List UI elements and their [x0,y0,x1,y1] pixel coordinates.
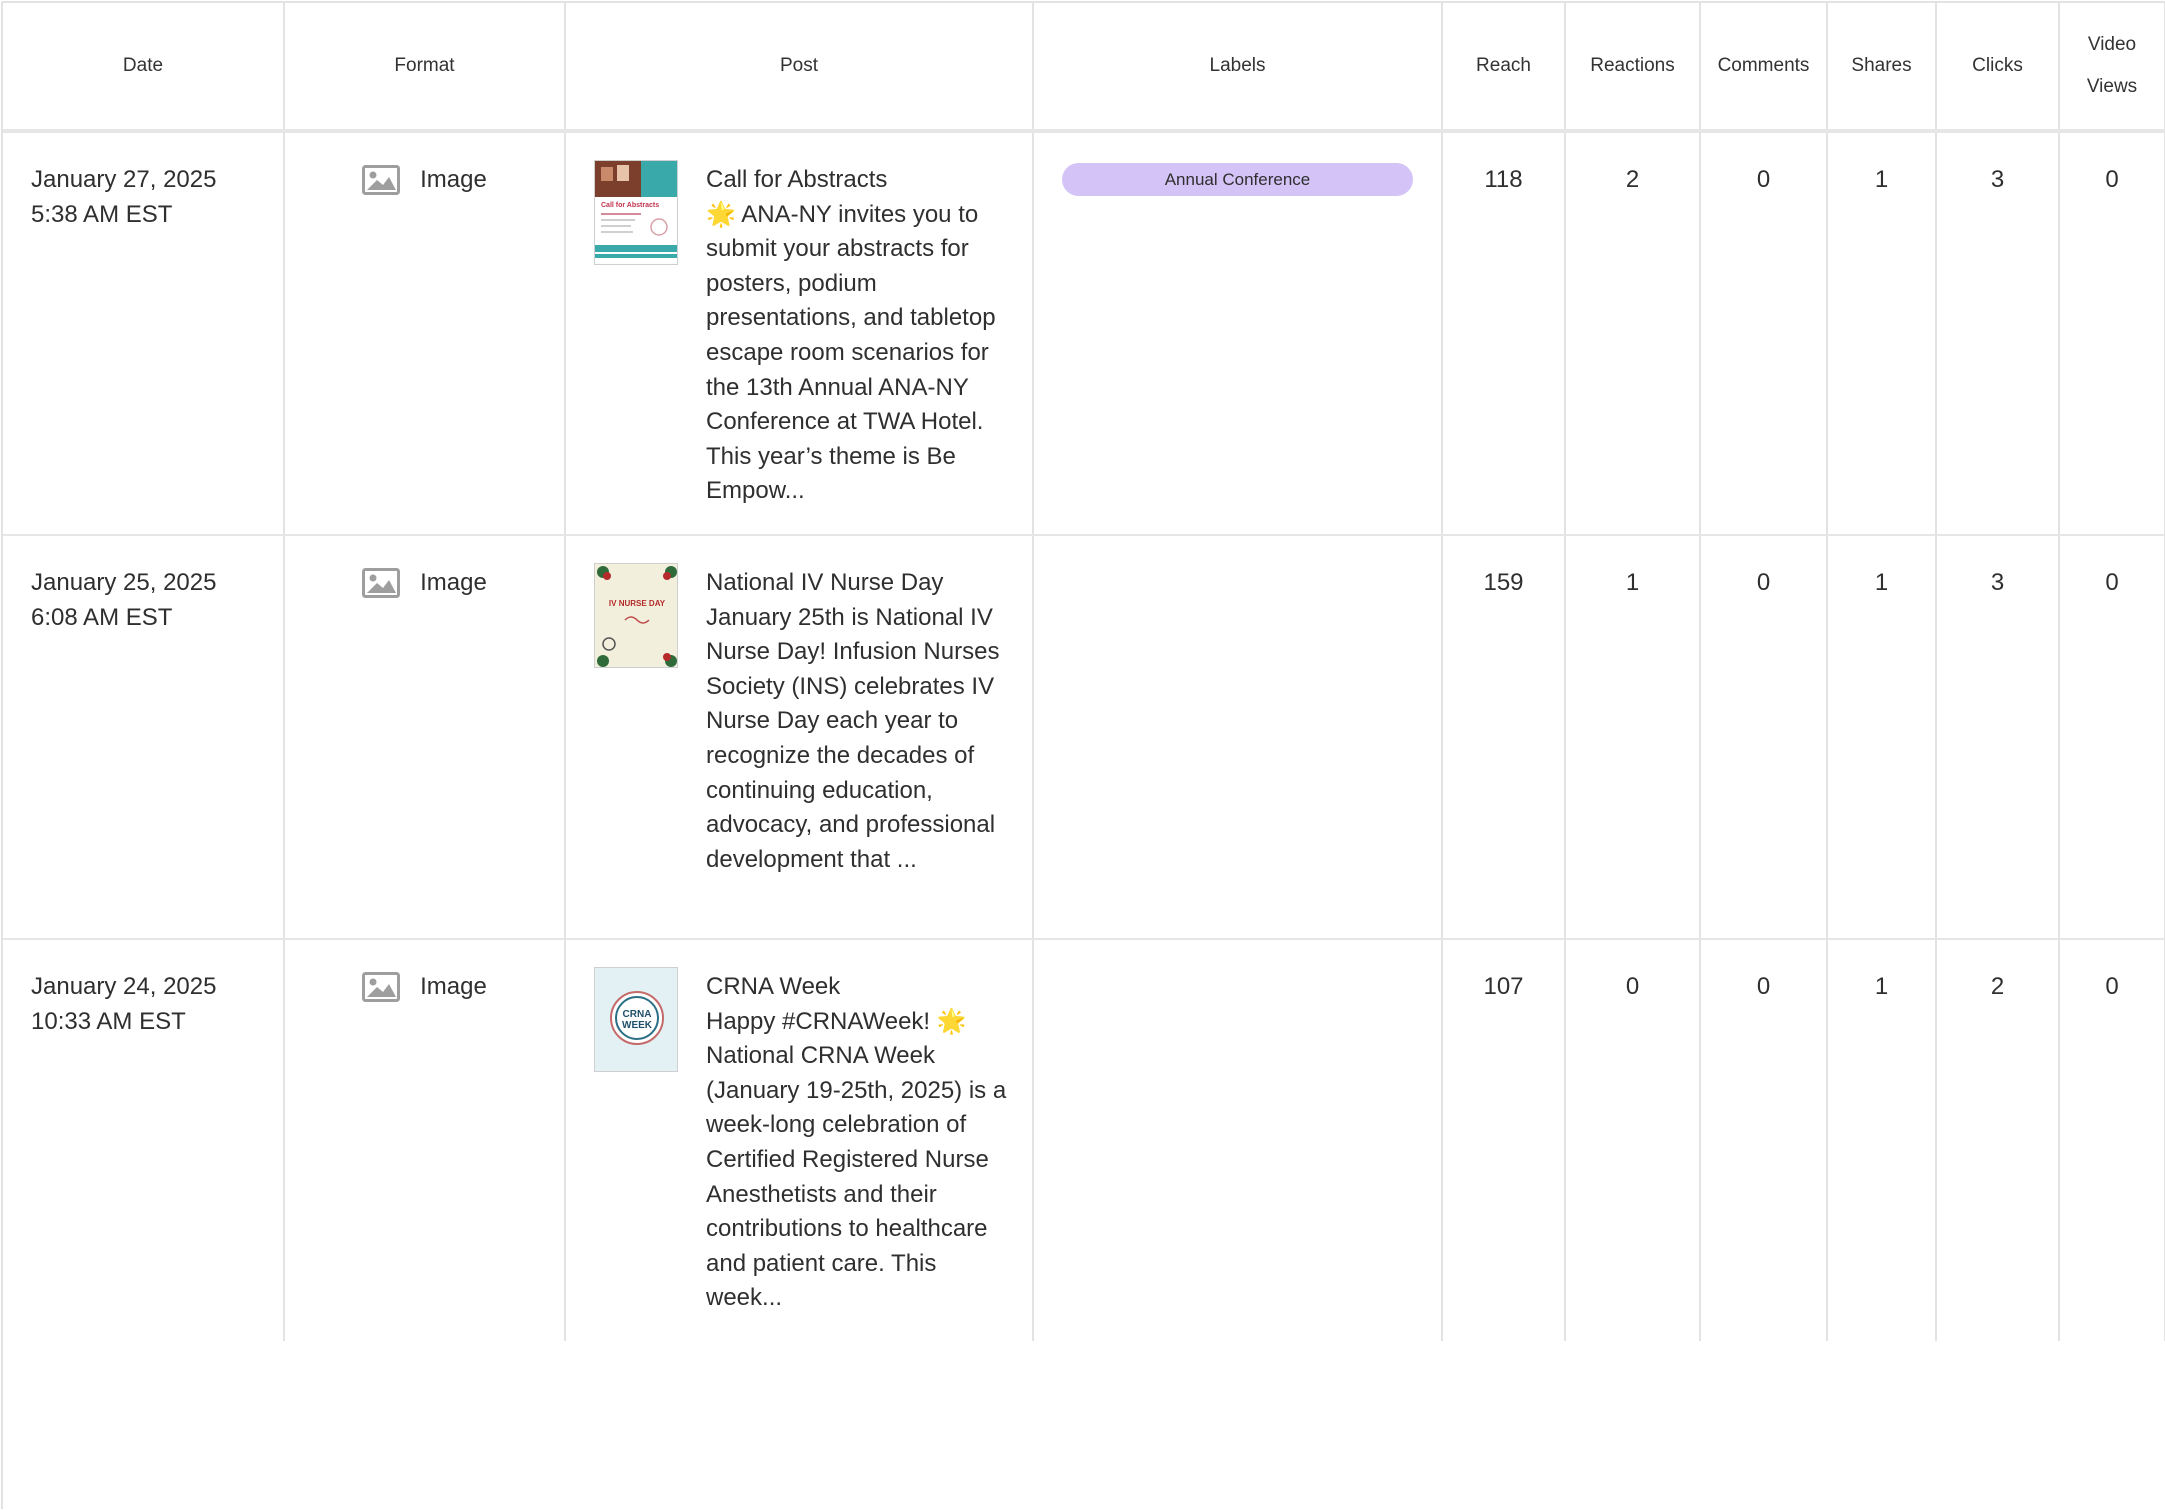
comments-cell: 0 [1700,131,1828,536]
labels-cell [1033,939,1443,1341]
column-header-clicks[interactable]: Clicks [1936,3,2060,133]
clicks-cell: 3 [1936,131,2060,536]
header-row: Date Format Post Labels Reach Reactions … [3,3,2165,133]
post-cell[interactable]: Call for Abstracts Call for Abstracts 🌟 … [565,131,1034,536]
video-views-cell: 0 [2059,939,2165,1341]
video-views-cell: 0 [2059,535,2165,940]
clicks-cell: 2 [1936,939,2060,1341]
reactions-cell: 1 [1565,535,1701,940]
column-header-video-views[interactable]: Video Views [2059,3,2165,133]
column-header-reactions[interactable]: Reactions [1565,3,1701,133]
format-label: Image [420,568,487,596]
post-cell[interactable]: IV NURSE DAY National IV Nurse Day Janua… [565,535,1034,940]
column-header-format[interactable]: Format [284,3,566,133]
post-thumbnail[interactable]: Call for Abstracts [594,160,678,265]
table-row[interactable]: January 24, 2025 10:33 AM EST Image CRNA… [3,939,2165,1341]
post-body: 🌟 ANA-NY invites you to submit your abst… [706,200,996,505]
comments-cell: 0 [1700,535,1828,940]
label-badge[interactable]: Annual Conference [1062,163,1413,196]
image-icon [362,568,401,598]
date-cell: January 25, 2025 6:08 AM EST [3,535,285,940]
image-icon [362,972,401,1002]
post-title[interactable]: CRNA Week [706,970,1010,1005]
video-views-header-line1: Video [2087,34,2137,55]
shares-cell: 1 [1827,939,1937,1341]
labels-cell: Annual Conference [1033,131,1443,536]
reach-cell: 118 [1442,131,1566,536]
date-cell: January 24, 2025 10:33 AM EST [3,939,285,1341]
format-cell: Image [284,131,566,536]
clicks-cell: 3 [1936,535,2060,940]
shares-cell: 1 [1827,535,1937,940]
format-cell: Image [284,535,566,940]
post-time: 6:08 AM EST [31,603,173,631]
post-title[interactable]: Call for Abstracts [706,163,1010,198]
table-row[interactable]: January 27, 2025 5:38 AM EST Image Call … [3,131,2165,536]
shares-cell: 1 [1827,131,1937,536]
column-header-shares[interactable]: Shares [1827,3,1937,133]
column-header-labels[interactable]: Labels [1033,3,1443,133]
post-date: January 25, 2025 [31,569,217,596]
svg-text:WEEK: WEEK [622,1020,653,1031]
post-time: 5:38 AM EST [31,200,173,228]
column-header-reach[interactable]: Reach [1442,3,1566,133]
table-row[interactable]: January 25, 2025 6:08 AM EST Image IV NU… [3,535,2165,940]
format-label: Image [420,972,487,1000]
post-title[interactable]: National IV Nurse Day [706,566,1010,601]
post-thumbnail[interactable]: IV NURSE DAY [594,563,678,668]
reach-cell: 159 [1442,535,1566,940]
svg-text:IV NURSE DAY: IV NURSE DAY [609,599,666,608]
post-date: January 24, 2025 [31,973,217,1000]
post-body: Happy #CRNAWeek! 🌟 National CRNA Week (J… [706,1007,1007,1312]
comments-cell: 0 [1700,939,1828,1341]
column-header-comments[interactable]: Comments [1700,3,1828,133]
video-views-cell: 0 [2059,131,2165,536]
post-body: January 25th is National IV Nurse Day! I… [706,603,1000,873]
column-header-date[interactable]: Date [3,3,285,133]
svg-text:CRNA: CRNA [623,1009,652,1020]
post-date: January 27, 2025 [31,166,217,193]
column-header-post[interactable]: Post [565,3,1034,133]
format-cell: Image [284,939,566,1341]
post-thumbnail[interactable]: CRNA WEEK [594,967,678,1072]
reactions-cell: 2 [1565,131,1701,536]
svg-text:Call for Abstracts: Call for Abstracts [601,202,659,209]
labels-cell [1033,535,1443,940]
post-time: 10:33 AM EST [31,1007,186,1035]
video-views-header-line2: Views [2086,76,2138,97]
reactions-cell: 0 [1565,939,1701,1341]
posts-table: Date Format Post Labels Reach Reactions … [3,3,2165,1341]
post-cell[interactable]: CRNA WEEK CRNA Week Happy #CRNAWeek! 🌟 N… [565,939,1034,1341]
date-cell: January 27, 2025 5:38 AM EST [3,131,285,536]
image-icon [362,165,401,195]
reach-cell: 107 [1442,939,1566,1341]
format-label: Image [420,165,487,193]
